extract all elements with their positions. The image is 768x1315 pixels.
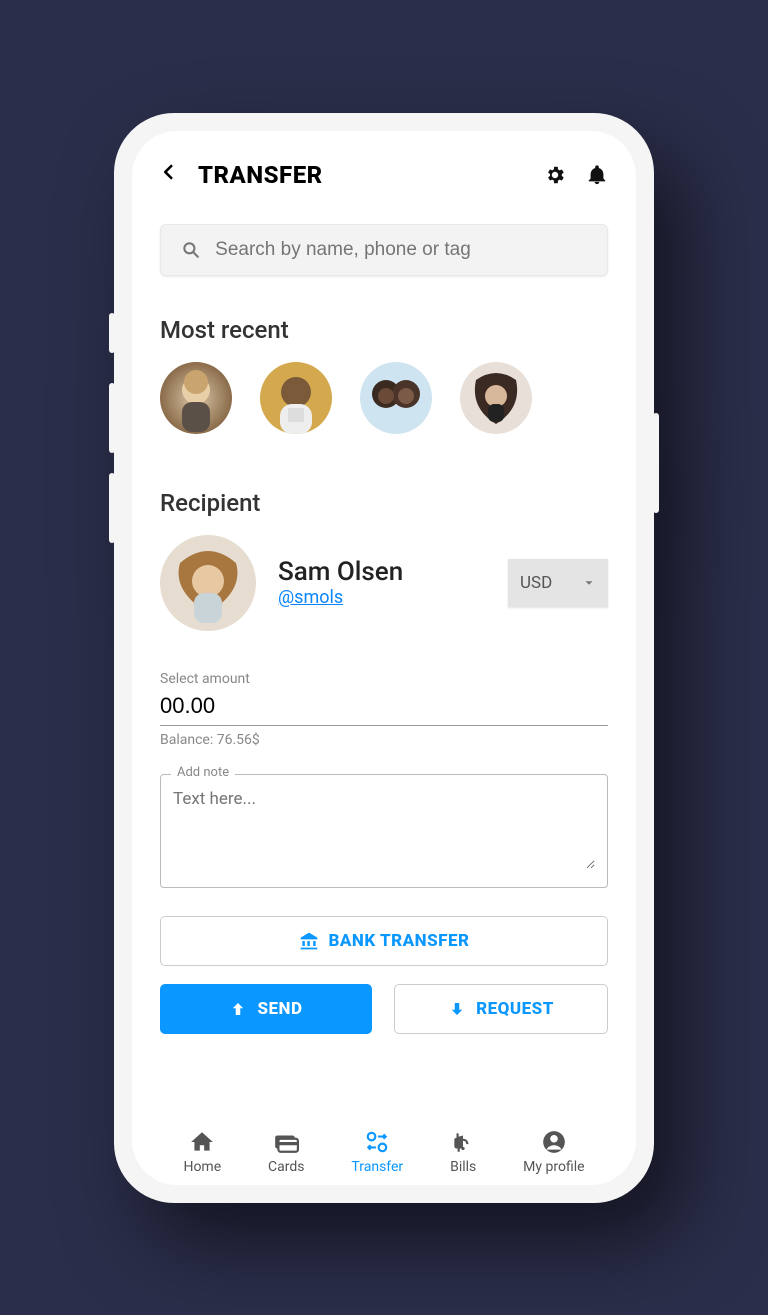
nav-transfer-label: Transfer [351, 1159, 403, 1175]
nav-cards[interactable]: Cards [268, 1129, 304, 1175]
dropdown-arrow-icon [582, 576, 596, 590]
request-label: REQUEST [476, 999, 554, 1019]
nav-bills-label: Bills [450, 1159, 476, 1175]
amount-label: Select amount [160, 671, 608, 687]
balance-text: Balance: 76.56$ [160, 732, 608, 748]
note-textarea[interactable] [173, 789, 595, 869]
nav-profile-label: My profile [523, 1159, 584, 1175]
note-legend: Add note [171, 765, 235, 780]
nav-profile[interactable]: My profile [523, 1129, 584, 1175]
search-icon [181, 239, 201, 261]
note-field: Add note [160, 774, 608, 888]
most-recent-label: Most recent [160, 316, 608, 344]
header: TRANSFER [160, 161, 608, 189]
phone-frame: TRANSFER Most recent [114, 113, 654, 1203]
gear-icon [544, 164, 566, 186]
transfer-icon [364, 1129, 390, 1155]
recent-contact-3[interactable] [360, 362, 432, 434]
recent-contact-1[interactable] [160, 362, 232, 434]
nav-cards-label: Cards [268, 1159, 304, 1175]
recipient-row: Sam Olsen @smols USD [160, 535, 608, 631]
nav-bills[interactable]: Bills [450, 1129, 476, 1175]
send-button[interactable]: SEND [160, 984, 372, 1034]
chevron-left-icon [160, 163, 178, 181]
notifications-button[interactable] [586, 164, 608, 186]
screen: TRANSFER Most recent [132, 131, 636, 1185]
bank-icon [299, 931, 319, 951]
home-icon [189, 1129, 215, 1155]
amount-input[interactable] [160, 691, 608, 726]
nav-home-label: Home [183, 1159, 221, 1175]
bank-transfer-button[interactable]: BANK TRANSFER [160, 916, 608, 966]
bell-icon [586, 164, 608, 186]
profile-icon [541, 1129, 567, 1155]
bank-transfer-label: BANK TRANSFER [329, 931, 470, 951]
arrow-up-icon [229, 1000, 247, 1018]
recent-contact-2[interactable] [260, 362, 332, 434]
back-button[interactable] [160, 162, 178, 187]
recipient-avatar[interactable] [160, 535, 256, 631]
search-input-container[interactable] [160, 224, 608, 276]
currency-select[interactable]: USD [508, 559, 608, 607]
currency-value: USD [520, 573, 552, 593]
recent-contacts [160, 362, 608, 434]
nav-transfer[interactable]: Transfer [351, 1129, 403, 1175]
arrow-down-icon [448, 1000, 466, 1018]
recipient-tag-link[interactable]: @smols [278, 587, 343, 608]
recent-contact-4[interactable] [460, 362, 532, 434]
recipient-name: Sam Olsen [278, 557, 486, 587]
nav-home[interactable]: Home [183, 1129, 221, 1175]
search-input[interactable] [215, 239, 587, 261]
bills-icon [450, 1129, 476, 1155]
recipient-label: Recipient [160, 489, 608, 517]
request-button[interactable]: REQUEST [394, 984, 608, 1034]
bottom-nav: Home Cards Transfer [160, 1115, 608, 1175]
settings-button[interactable] [544, 164, 566, 186]
cards-icon [273, 1129, 299, 1155]
page-title: TRANSFER [198, 161, 524, 189]
send-label: SEND [257, 999, 302, 1019]
